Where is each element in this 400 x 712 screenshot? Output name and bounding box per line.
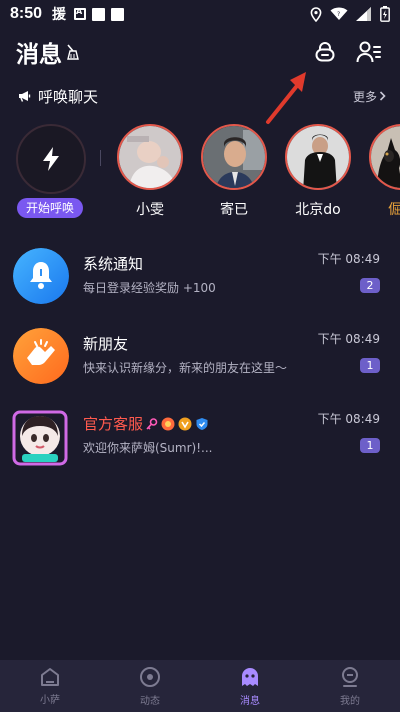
contacts-button[interactable] (354, 37, 384, 67)
start-call-label[interactable]: 开始呼唤 (17, 198, 83, 218)
call-user-avatar[interactable] (201, 124, 267, 190)
lock-button[interactable] (310, 37, 340, 67)
conversation-time: 下午 08:49 (317, 252, 380, 266)
lightning-icon (43, 147, 59, 171)
home-icon (41, 667, 59, 686)
location-icon (310, 6, 322, 22)
key-badge-icon (146, 417, 158, 430)
broom-icon[interactable] (65, 44, 79, 60)
svg-text:?: ? (337, 11, 340, 18)
call-user-name: 寄已 (220, 202, 248, 218)
app-notification-icon (111, 7, 125, 21)
nav-label: 消息 (240, 695, 260, 707)
call-avatar-strip: 开始呼唤 小雯 寄已 北京do 倔强 (0, 124, 400, 224)
nav-item-profile[interactable]: 我的 (300, 660, 400, 712)
moments-icon (140, 666, 160, 687)
message-icon (242, 667, 258, 686)
level-badge-icon (178, 417, 192, 430)
signal-icon (356, 7, 371, 21)
bottom-nav: 小萨 动态 消息 我的 (0, 660, 400, 712)
status-time: 8:50 (10, 5, 43, 22)
nav-label: 动态 (140, 695, 160, 707)
nav-label: 我的 (340, 695, 360, 707)
conversation-item-support[interactable]: 官方客服 欢迎你来萨姆(Sumr)!... 下午 08:49 1 (0, 408, 400, 488)
unread-badge: 1 (360, 358, 380, 373)
call-user-avatar[interactable] (369, 124, 400, 190)
conversation-name: 系统通知 (83, 255, 144, 273)
call-section-header: 呼唤聊天 更多 (18, 85, 386, 107)
conversation-name: 新朋友 (83, 335, 129, 353)
unread-badge: 1 (360, 438, 380, 453)
nav-label: 小萨 (40, 694, 60, 706)
system-notice-avatar (13, 248, 69, 304)
conversation-item-new-friends[interactable]: 新朋友 快来认识新缘分，新来的朋友在这里～ 下午 08:49 1 (0, 328, 400, 408)
more-link[interactable]: 更多 (353, 88, 386, 105)
new-friends-avatar (13, 328, 69, 384)
nav-item-home[interactable]: 小萨 (0, 660, 100, 712)
contacts-icon (356, 41, 381, 63)
conversation-preview: 欢迎你来萨姆(Sumr)!... (83, 441, 213, 455)
flower-badge-icon (161, 417, 175, 430)
start-call-button[interactable] (16, 124, 86, 194)
nav-item-moments[interactable]: 动态 (100, 660, 200, 712)
call-user-avatar[interactable] (117, 124, 183, 190)
conversation-name-official: 官方客服 (83, 413, 209, 434)
call-user-name-vip: 倔强 (388, 202, 400, 218)
status-notification-glyph: 援 (52, 7, 67, 23)
status-bar: 8:50 援 ? (0, 0, 400, 28)
divider (100, 150, 101, 166)
conversation-name: 官方客服 (83, 415, 144, 433)
call-user-name: 北京do (295, 202, 341, 218)
page-header: 消息 (0, 34, 400, 70)
conversation-preview: 快来认识新缘分，新来的朋友在这里～ (83, 361, 288, 375)
conversation-time: 下午 08:49 (317, 332, 380, 346)
app-notification-icon (92, 7, 106, 21)
app-notification-icon (74, 7, 87, 20)
unread-badge: 2 (360, 278, 380, 293)
conversation-preview: 每日登录经验奖励 +100 (83, 281, 216, 295)
more-label: 更多 (352, 89, 377, 104)
page-title: 消息 (16, 42, 62, 68)
megaphone-icon (19, 91, 31, 102)
conversation-item-system[interactable]: 系统通知 每日登录经验奖励 +100 下午 08:49 2 (0, 248, 400, 328)
battery-icon (380, 6, 390, 22)
wifi-icon: ? (330, 7, 348, 20)
conversation-time: 下午 08:49 (317, 412, 380, 426)
nav-item-messages[interactable]: 消息 (200, 660, 300, 712)
support-avatar (10, 408, 70, 468)
profile-icon (342, 666, 358, 687)
verified-shield-icon (196, 417, 208, 430)
lock-icon (315, 42, 335, 62)
chevron-right-icon (379, 91, 386, 101)
call-user-avatar[interactable] (285, 124, 351, 190)
call-section-title: 呼唤聊天 (38, 87, 99, 106)
call-user-name: 小雯 (136, 202, 164, 218)
